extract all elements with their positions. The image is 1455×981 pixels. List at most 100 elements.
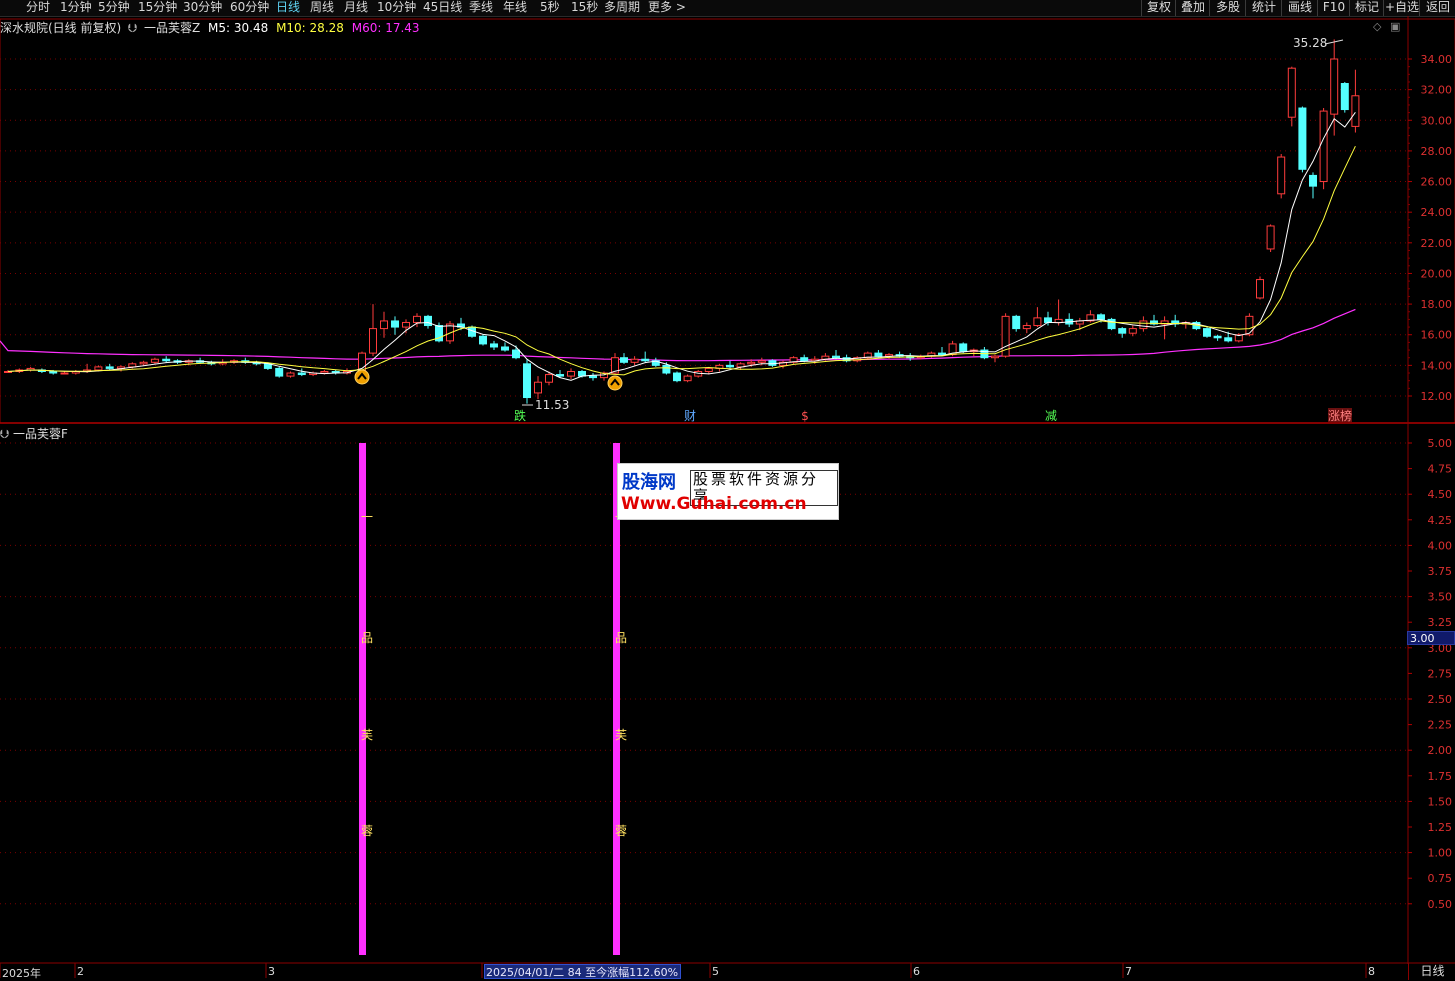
signal-char: 品 <box>615 631 627 645</box>
candle-body <box>501 346 509 351</box>
candle-body <box>297 372 306 376</box>
y-tick-label: 28.00 <box>1421 145 1453 158</box>
candles <box>4 39 1360 404</box>
candle-body <box>162 358 171 362</box>
candle-body <box>413 315 421 323</box>
candle-body <box>402 321 410 328</box>
low-price-label: 11.53 <box>535 398 569 412</box>
y-tick-label: 4.25 <box>1428 514 1453 527</box>
candle-body <box>1330 58 1339 115</box>
candle-body <box>938 352 946 356</box>
candle-body <box>105 366 114 369</box>
y-tick-label: 0.75 <box>1428 872 1453 885</box>
candle-body <box>991 355 999 359</box>
candle-body <box>589 375 597 379</box>
event-marker: 减 <box>1045 409 1057 423</box>
signal-char: 蓉 <box>615 824 627 838</box>
candle-body <box>150 358 159 363</box>
x-tick-label: 2025年 <box>2 967 41 980</box>
candle-body <box>832 355 840 359</box>
ma10-line <box>7 145 1356 376</box>
x-tick-label: 3 <box>268 965 275 978</box>
signal-char: 芙 <box>361 728 373 742</box>
candle-body <box>391 320 399 328</box>
candle-body <box>1022 325 1031 330</box>
candle-body <box>424 315 432 327</box>
chevron-down-icon[interactable]: ⮋ <box>0 427 9 441</box>
y-tick-label: 3.50 <box>1428 591 1453 604</box>
watermark-logo: 股海网 股票软件资源分享 Www.Guhai.com.cn <box>617 463 839 520</box>
event-marker: $ <box>801 409 809 423</box>
candle-body <box>959 343 968 353</box>
y-tick-label: 12.00 <box>1421 390 1453 403</box>
candle-body <box>275 367 284 377</box>
x-tick-label: 8 <box>1368 965 1375 978</box>
lower-indicator-name[interactable]: 一品芙蓉F <box>13 427 68 441</box>
high-price-label: 35.28 <box>1293 36 1327 50</box>
candle-body <box>1033 317 1042 327</box>
candle-body <box>874 352 883 357</box>
date-range-highlight: 2025/04/01/二 84 至今涨幅112.60% <box>484 964 681 979</box>
candle-body <box>704 367 713 372</box>
signal-char: 蓉 <box>361 824 373 838</box>
x-tick-label: 7 <box>1125 965 1132 978</box>
candle-body <box>1319 110 1328 183</box>
y-tick-label: 2.25 <box>1428 719 1453 732</box>
ma5-line <box>7 112 1356 381</box>
candle-body <box>1340 83 1349 111</box>
candle-body <box>578 370 586 377</box>
candle-body <box>139 361 148 365</box>
candle-body <box>545 374 553 383</box>
y-tick-label: 1.25 <box>1428 821 1453 834</box>
candle-body <box>747 361 756 365</box>
candle-body <box>523 363 531 399</box>
y-tick-label: 5.00 <box>1428 437 1453 450</box>
candle-body <box>1266 225 1275 250</box>
y-tick-label: 34.00 <box>1421 53 1453 66</box>
candle-body <box>1139 320 1148 330</box>
y-tick-label: 4.00 <box>1428 539 1453 552</box>
y-tick-label: 22.00 <box>1421 237 1453 250</box>
event-marker: 涨榜 <box>1328 408 1352 423</box>
period-selector[interactable]: 日线 <box>1408 963 1455 980</box>
candle-body <box>673 372 681 382</box>
candle-body <box>1203 328 1211 337</box>
y-tick-label: 4.50 <box>1428 488 1453 501</box>
y-tick-label: 26.00 <box>1421 176 1453 189</box>
watermark-brand: 股海网 <box>622 472 676 493</box>
signal-char: 芙 <box>615 728 627 742</box>
y-tick-label: 4.75 <box>1428 463 1453 476</box>
candle-body <box>662 364 671 374</box>
candle-body <box>94 366 103 371</box>
y-tick-label: 20.00 <box>1421 267 1453 280</box>
candle-body <box>800 357 809 362</box>
y-tick-label: 1.00 <box>1428 847 1453 860</box>
candle-body <box>1128 328 1137 334</box>
candle-body <box>630 358 639 363</box>
candle-body <box>490 343 498 348</box>
lower-pane-header: ⮋ 一品芙蓉F <box>0 425 68 442</box>
candle-body <box>683 375 692 382</box>
candle-body <box>1012 315 1021 330</box>
candle-body <box>556 374 564 377</box>
y-tick-label: 1.50 <box>1428 795 1453 808</box>
candle-body <box>768 360 777 366</box>
y-tick-label: 1.75 <box>1428 770 1453 783</box>
candle-body <box>1298 107 1307 170</box>
signal-char: 品 <box>361 631 373 645</box>
buy-signal-icon <box>354 369 370 385</box>
ma60-line <box>0 308 1356 362</box>
current-value-label: 3.00 <box>1407 631 1455 645</box>
candle-body <box>1118 328 1127 334</box>
x-tick-label: 2 <box>77 965 84 978</box>
y-tick-label: 0.50 <box>1428 898 1453 911</box>
y-tick-label: 16.00 <box>1421 329 1453 342</box>
watermark-url: Www.Guhai.com.cn <box>621 494 807 514</box>
candle-body <box>286 372 295 377</box>
candle-body <box>369 328 377 354</box>
candle-body <box>620 357 628 363</box>
candle-body <box>1245 315 1254 336</box>
event-markers: 35.28 11.53 跌 财 $ 减 涨榜 <box>354 36 1352 423</box>
y-tick-label: 14.00 <box>1421 359 1453 372</box>
y-tick-label: 2.00 <box>1428 744 1453 757</box>
